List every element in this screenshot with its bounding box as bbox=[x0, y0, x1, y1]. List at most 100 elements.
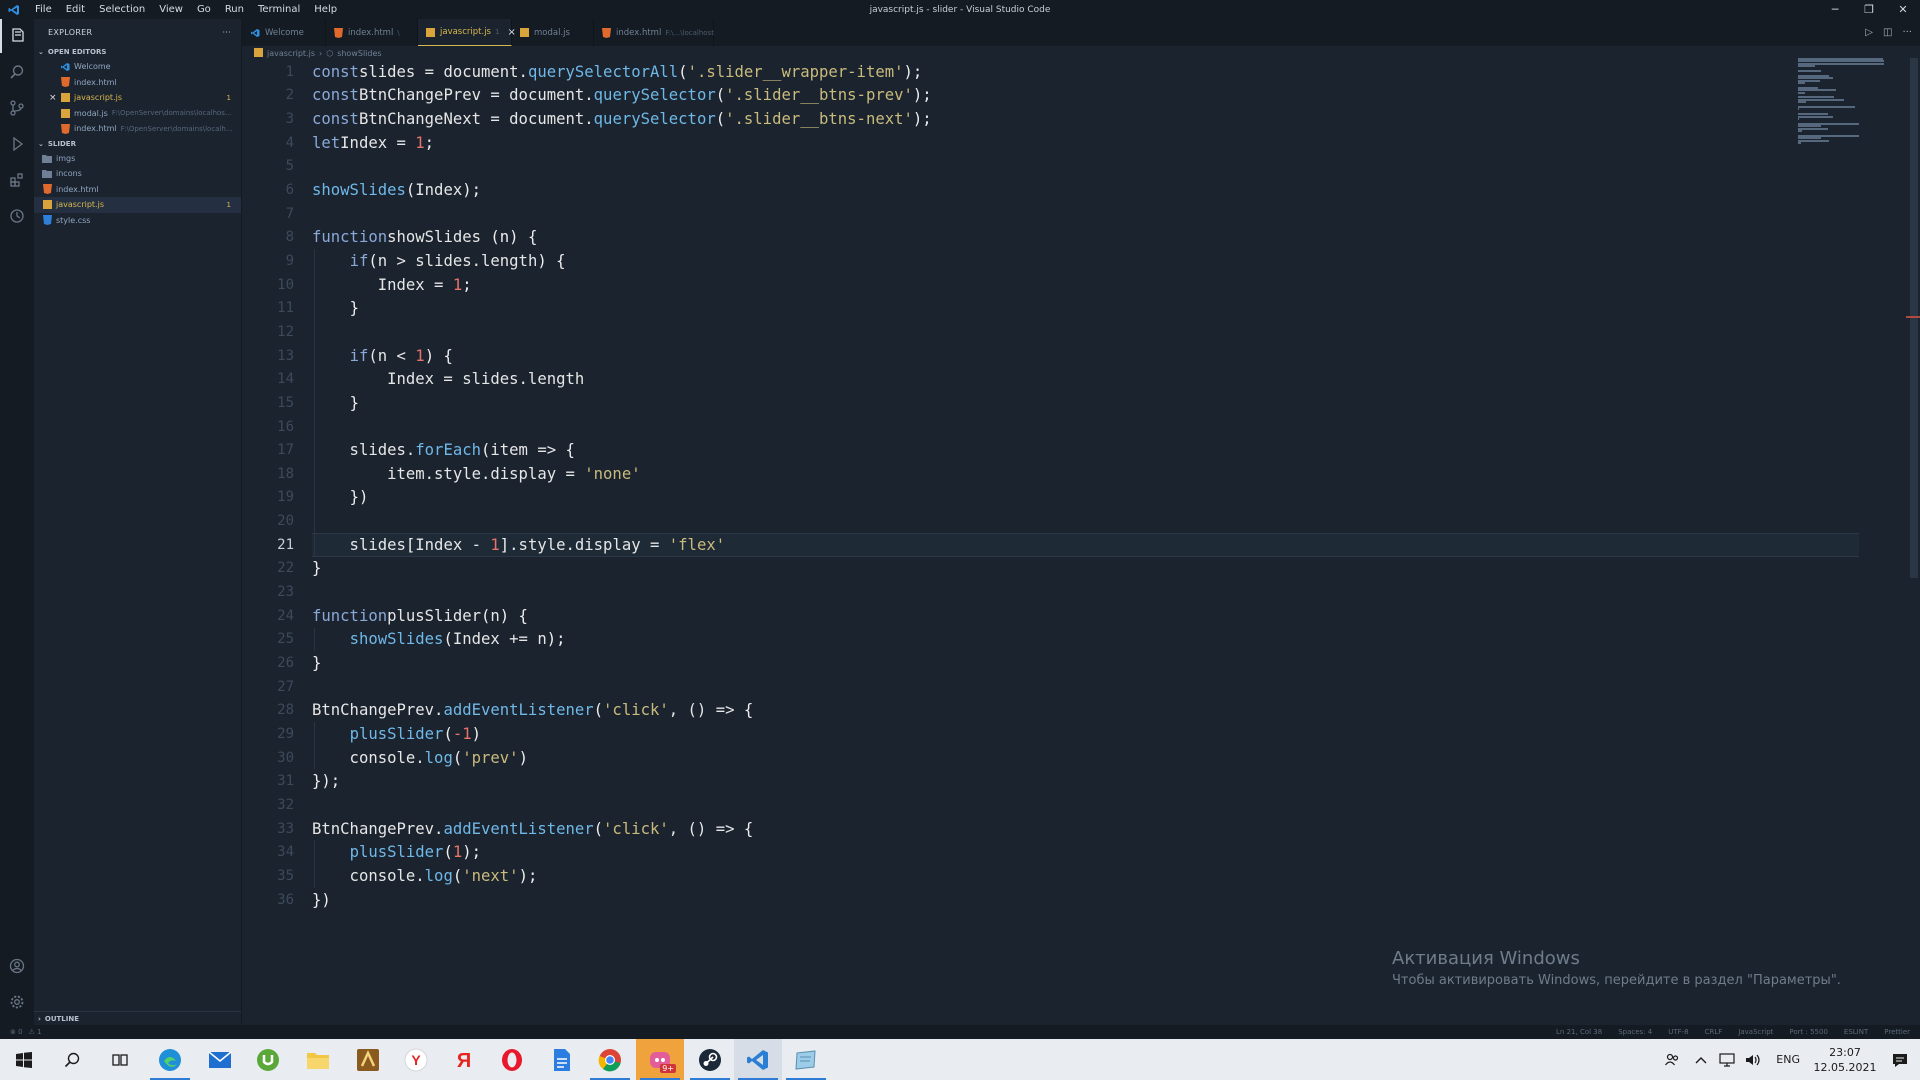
code-line[interactable]: 28 BtnChangePrev.addEventListener('click'… bbox=[242, 699, 1782, 723]
code-line[interactable]: 29 plusSlider(-1) bbox=[242, 722, 1782, 746]
status-right-item[interactable]: Prettier bbox=[1884, 1028, 1910, 1036]
code-line[interactable]: 32 bbox=[242, 793, 1782, 817]
source-control-icon[interactable] bbox=[0, 91, 34, 125]
code-line[interactable]: 17 slides.forEach(item => { bbox=[242, 438, 1782, 462]
minimap[interactable] bbox=[1796, 58, 1896, 148]
code-line[interactable]: 34 plusSlider(1); bbox=[242, 840, 1782, 864]
slider-folder-section[interactable]: ⌄ SLIDER bbox=[34, 137, 241, 151]
run-debug-icon[interactable] bbox=[0, 127, 34, 161]
account-icon[interactable] bbox=[0, 949, 34, 983]
code-line[interactable]: 36}) bbox=[242, 888, 1782, 912]
code-line[interactable]: 31}); bbox=[242, 770, 1782, 794]
code-line[interactable]: 6 showSlides(Index); bbox=[242, 178, 1782, 202]
file-tree-item[interactable]: index.html bbox=[34, 182, 241, 198]
code-line[interactable]: 2 constBtnChangePrev = document.querySele… bbox=[242, 84, 1782, 108]
discord-icon[interactable]: 9+ bbox=[636, 1039, 684, 1080]
split-editor-icon[interactable]: ◫ bbox=[1883, 27, 1892, 38]
code-line[interactable]: 3 constBtnChangeNext = document.querySele… bbox=[242, 107, 1782, 131]
mail-icon[interactable] bbox=[196, 1039, 244, 1080]
file-explorer-icon[interactable] bbox=[294, 1039, 342, 1080]
network-icon[interactable] bbox=[1714, 1039, 1740, 1080]
vscode-taskbar-icon[interactable] bbox=[734, 1039, 782, 1080]
code-line[interactable]: 26} bbox=[242, 651, 1782, 675]
code-line[interactable]: 10 Index = 1; bbox=[242, 273, 1782, 297]
menu-run[interactable]: Run bbox=[218, 4, 251, 15]
run-icon[interactable]: ▷ bbox=[1865, 27, 1873, 38]
code-line[interactable]: 23 bbox=[242, 580, 1782, 604]
code-line[interactable]: 25 showSlides(Index += n); bbox=[242, 628, 1782, 652]
more-icon[interactable]: ··· bbox=[1902, 27, 1912, 38]
code-line[interactable]: 4 letIndex = 1; bbox=[242, 131, 1782, 155]
status-left-item[interactable]: ⊗ 0 bbox=[10, 1028, 23, 1036]
steam-icon[interactable] bbox=[686, 1039, 734, 1080]
code-line[interactable]: 35 console.log('next'); bbox=[242, 864, 1782, 888]
chrome-icon[interactable] bbox=[586, 1039, 634, 1080]
status-right-item[interactable]: Ln 21, Col 38 bbox=[1556, 1028, 1602, 1036]
menu-go[interactable]: Go bbox=[190, 4, 218, 15]
status-right-item[interactable]: ESLINT bbox=[1844, 1028, 1868, 1036]
game-app-icon[interactable] bbox=[344, 1039, 392, 1080]
code-line[interactable]: 22} bbox=[242, 557, 1782, 581]
code-line[interactable]: 19 }) bbox=[242, 486, 1782, 510]
chevron-up-icon[interactable] bbox=[1688, 1039, 1714, 1080]
menu-edit[interactable]: Edit bbox=[59, 4, 92, 15]
breadcrumb-file[interactable]: javascript.js bbox=[267, 49, 315, 58]
code-line[interactable]: 11 } bbox=[242, 297, 1782, 321]
start-windows-icon[interactable] bbox=[0, 1039, 48, 1080]
volume-icon[interactable] bbox=[1740, 1039, 1766, 1080]
code-line[interactable]: 16 bbox=[242, 415, 1782, 439]
code-line[interactable]: 27 bbox=[242, 675, 1782, 699]
document-app-icon[interactable] bbox=[538, 1039, 586, 1080]
minimize-icon[interactable]: ─ bbox=[1818, 0, 1852, 19]
outline-section[interactable]: › OUTLINE bbox=[34, 1011, 241, 1025]
tab-index-html[interactable]: index.html \ bbox=[326, 19, 418, 46]
status-left-item[interactable]: ⚠ 1 bbox=[29, 1028, 42, 1036]
code-line[interactable]: 7 bbox=[242, 202, 1782, 226]
status-right-item[interactable]: Spaces: 4 bbox=[1618, 1028, 1652, 1036]
tab-javascript-js[interactable]: javascript.js 1 × bbox=[418, 19, 516, 46]
status-right-item[interactable]: CRLF bbox=[1705, 1028, 1723, 1036]
open-editor-item[interactable]: index.html F:\OpenServer\domains\localh..… bbox=[34, 121, 241, 137]
code-line[interactable]: 13 if(n < 1) { bbox=[242, 344, 1782, 368]
menu-file[interactable]: File bbox=[28, 4, 59, 15]
open-editors-section[interactable]: ⌄ OPEN EDITORS bbox=[34, 45, 241, 59]
yandex-icon[interactable]: Я bbox=[440, 1039, 488, 1080]
notifications-icon[interactable] bbox=[1880, 1039, 1920, 1080]
code-editor[interactable]: 1 constslides = document.querySelectorAll… bbox=[242, 60, 1920, 1025]
code-line[interactable]: 20 bbox=[242, 509, 1782, 533]
utorrent-icon[interactable] bbox=[244, 1039, 292, 1080]
code-line[interactable]: 1 constslides = document.querySelectorAll… bbox=[242, 60, 1782, 84]
search-taskbar-icon[interactable] bbox=[48, 1039, 96, 1080]
code-line[interactable]: 30 console.log('prev') bbox=[242, 746, 1782, 770]
status-right-item[interactable]: JavaScript bbox=[1738, 1028, 1773, 1036]
search-icon[interactable] bbox=[0, 55, 34, 89]
file-tree-item[interactable]: style.css bbox=[34, 213, 241, 229]
open-editor-item[interactable]: modal.js F:\OpenServer\domains\localhos..… bbox=[34, 106, 241, 122]
code-line[interactable]: 15 } bbox=[242, 391, 1782, 415]
edge-browser-icon[interactable] bbox=[146, 1039, 194, 1080]
status-right-item[interactable]: UTF-8 bbox=[1668, 1028, 1688, 1036]
code-line[interactable]: 8 functionshowSlides (n) { bbox=[242, 226, 1782, 250]
open-editor-item[interactable]: index.html bbox=[34, 75, 241, 91]
file-tree-item[interactable]: javascript.js 1 bbox=[34, 197, 241, 213]
open-editor-item[interactable]: Welcome bbox=[34, 59, 241, 75]
file-tree-item[interactable]: incons bbox=[34, 166, 241, 182]
code-line[interactable]: 24 functionplusSlider(n) { bbox=[242, 604, 1782, 628]
code-line[interactable]: 21 slides[Index - 1].style.display = 'fl… bbox=[242, 533, 1782, 557]
tab-index-html[interactable]: index.html F:\...\localhost bbox=[594, 19, 714, 46]
status-right-item[interactable]: Port : 5500 bbox=[1789, 1028, 1828, 1036]
explorer-icon[interactable] bbox=[0, 19, 34, 53]
task-view-icon[interactable] bbox=[96, 1039, 144, 1080]
code-line[interactable]: 12 bbox=[242, 320, 1782, 344]
close-icon[interactable]: × bbox=[49, 93, 57, 103]
people-icon[interactable] bbox=[1656, 1039, 1688, 1080]
status-problems[interactable]: ⊗ 0 ⚠ 1 bbox=[10, 1028, 42, 1036]
timeline-icon[interactable] bbox=[0, 199, 34, 233]
input-language[interactable]: ENG bbox=[1776, 1053, 1800, 1066]
menu-help[interactable]: Help bbox=[307, 4, 344, 15]
menu-view[interactable]: View bbox=[152, 4, 190, 15]
menu-terminal[interactable]: Terminal bbox=[251, 4, 307, 15]
more-actions-icon[interactable]: ··· bbox=[222, 28, 231, 37]
close-window-icon[interactable]: ✕ bbox=[1886, 0, 1920, 19]
code-line[interactable]: 33 BtnChangePrev.addEventListener('click'… bbox=[242, 817, 1782, 841]
